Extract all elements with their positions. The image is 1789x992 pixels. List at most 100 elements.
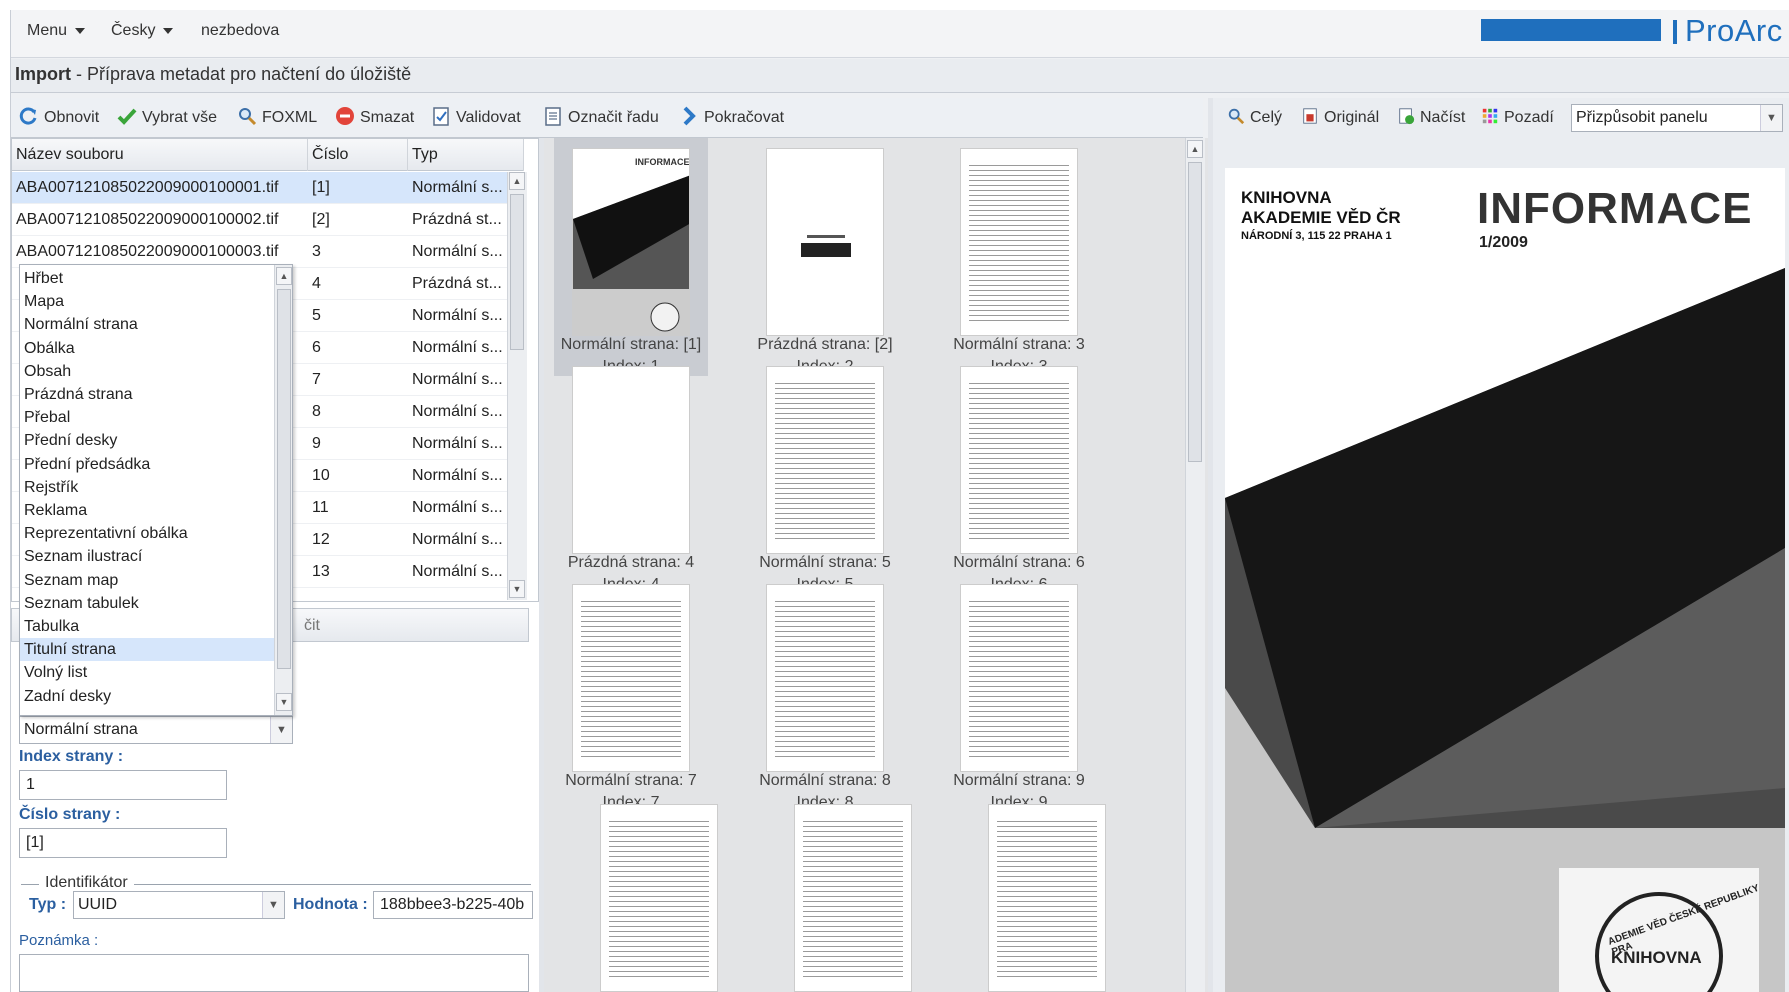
dropdown-option[interactable]: Obsah (20, 360, 276, 383)
thumbnail-page[interactable] (600, 804, 718, 992)
thumbnail-item[interactable]: Normální strana: 5Index: 5 (748, 356, 902, 594)
foxml-button[interactable]: FOXML (237, 98, 317, 138)
table-row[interactable]: ABA007121085022009000100001.tif [1] Normál… (12, 172, 524, 204)
thumbnail-page (766, 366, 884, 554)
chevron-down-icon[interactable]: ▼ (1760, 105, 1782, 131)
thumbnail-page (960, 584, 1078, 772)
thumbnail-item[interactable]: Normální strana: 8 Index: 8 (748, 574, 902, 812)
magnifier-icon (1228, 108, 1245, 125)
cell-type: Normální s... (412, 339, 503, 356)
thumbnail-scrollbar[interactable]: ▲ (1185, 138, 1205, 992)
dropdown-option[interactable]: Zadní desky (20, 685, 276, 708)
continue-button[interactable]: Pokračovat (679, 98, 784, 138)
cell-number: 6 (312, 339, 321, 356)
library-line-1: KNIHOVNA (1241, 188, 1332, 207)
thumbnail-page: INFORMACE (572, 148, 690, 336)
dropdown-option[interactable]: Titulní strana (20, 638, 276, 662)
color-grid-icon (1482, 108, 1498, 124)
scroll-up-button[interactable]: ▲ (276, 267, 292, 285)
refresh-button[interactable]: Obnovit (19, 98, 99, 138)
library-line-2: AKADEMIE VĚD ČR (1241, 208, 1401, 227)
thumbnail-item[interactable]: Normální strana: 9 Index: 9 (942, 574, 1096, 812)
dropdown-option[interactable]: Hřbet (20, 267, 276, 290)
dropdown-option[interactable]: Prázdná strana (20, 383, 276, 406)
delete-button[interactable]: Smazat (335, 98, 414, 138)
document-icon (545, 107, 561, 126)
note-field[interactable] (19, 954, 529, 992)
thumbnail-page (572, 366, 690, 554)
scroll-up-button[interactable]: ▲ (509, 172, 525, 190)
identifier-value-field[interactable]: 188bbee3-b225-40b (373, 891, 533, 919)
dropdown-option[interactable]: Seznam tabulek (20, 592, 276, 615)
dropdown-option[interactable]: Přední desky (20, 429, 276, 452)
thumbnail-item[interactable]: Normální strana: 6Index: 6 (942, 356, 1096, 594)
pdf-icon (1303, 108, 1317, 124)
dropdown-option[interactable]: Normální strana (20, 313, 276, 336)
menu-dropdown[interactable]: Menu (27, 10, 86, 58)
cell-number: [1] (312, 179, 330, 196)
dropdown-option[interactable]: Obálka (20, 337, 276, 360)
dropdown-option[interactable]: Mapa (20, 290, 276, 313)
select-all-button[interactable]: Vybrat vše (117, 98, 217, 138)
language-dropdown[interactable]: Česky (111, 10, 174, 58)
dropdown-option[interactable]: Přední předsádka (20, 453, 276, 476)
thumbnail-page[interactable] (988, 804, 1106, 992)
column-header-number[interactable]: Číslo (308, 139, 408, 171)
dropdown-option[interactable]: Volný list (20, 661, 276, 684)
cell-number: 8 (312, 403, 321, 420)
thumbnail-page (766, 584, 884, 772)
index-label: Index strany : (19, 748, 124, 765)
thumbnail-item[interactable]: Prázdná strana: [2]Index: 2 (748, 138, 902, 376)
dropdown-scrollbar[interactable]: ▲ ▼ (274, 265, 292, 715)
table-row[interactable]: ABA007121085022009000100002.tif [2] Prázdn… (12, 204, 524, 236)
thumbnail-item[interactable]: INFORMACENormální strana: [1]Index: 1 (554, 138, 708, 376)
cell-type: Normální s... (412, 307, 503, 324)
fit-select[interactable]: Přizpůsobit panelu ▼ (1571, 104, 1783, 132)
background-button[interactable]: Pozadí (1481, 98, 1554, 138)
scroll-thumb[interactable] (277, 289, 291, 669)
language-label: Česky (111, 22, 156, 39)
thumbnail-label: Normální strana: 3 (953, 336, 1085, 353)
load-button[interactable]: Načíst (1397, 98, 1465, 138)
proarc-logo: ProArc (1673, 10, 1783, 58)
thumbnail-item[interactable]: Normální strana: 7 Index: 7 (554, 574, 708, 812)
scroll-thumb[interactable] (510, 194, 524, 350)
dropdown-option[interactable]: Přebal (20, 406, 276, 429)
scroll-thumb[interactable] (1188, 162, 1202, 462)
cell-filename: ABA007121085022009000100001.tif (16, 179, 279, 196)
column-header-filename[interactable]: Název souboru (12, 139, 308, 171)
scroll-up-button[interactable]: ▲ (1187, 140, 1203, 158)
dropdown-option[interactable]: Rejstřík (20, 476, 276, 499)
library-address: NÁRODNÍ 3, 115 22 PRAHA 1 (1241, 230, 1392, 242)
scroll-down-button[interactable]: ▼ (276, 693, 292, 711)
thumbnail-page (960, 148, 1078, 336)
thumbnail-label: Prázdná strana: 4 (567, 554, 695, 571)
thumbnail-item[interactable]: Normální strana: 3Index: 3 (942, 138, 1096, 376)
page-load-icon (1399, 108, 1415, 125)
dropdown-option[interactable]: Seznam map (20, 569, 276, 592)
page-title: Import - Příprava metadat pro načtení do… (11, 59, 1789, 93)
thumbnail-label: Normální strana: 9 (953, 772, 1085, 789)
chevron-down-icon[interactable]: ▼ (270, 717, 292, 743)
mark-series-button[interactable]: Označit řadu (543, 98, 659, 138)
dropdown-option[interactable]: Tabulka (20, 615, 276, 638)
dropdown-option[interactable]: Seznam ilustrací (20, 545, 276, 568)
whole-button[interactable]: Celý (1227, 98, 1282, 138)
column-header-type[interactable]: Typ (408, 139, 524, 171)
chevron-down-icon[interactable]: ▼ (262, 892, 284, 918)
validate-button[interactable]: Validovat (431, 98, 521, 138)
dropdown-option[interactable]: Reklama (20, 499, 276, 522)
grid-scrollbar[interactable]: ▲ ▼ (507, 172, 527, 600)
number-field[interactable]: [1] (19, 828, 227, 858)
thumbnail-label: Prázdná strana: [2] (757, 336, 893, 353)
user-name[interactable]: nezbedova (201, 10, 279, 58)
original-button[interactable]: Originál (1301, 98, 1379, 138)
thumbnail-item[interactable]: Prázdná strana: 4Index: 4 (554, 356, 708, 594)
page-type-value: Normální strana (24, 721, 138, 738)
fit-select-value: Přizpůsobit panelu (1576, 109, 1708, 126)
identifier-type-select[interactable]: UUID ▼ (73, 891, 285, 919)
thumbnail-page[interactable] (794, 804, 912, 992)
index-field[interactable]: 1 (19, 770, 227, 800)
page-type-select[interactable]: Normální strana ▼ (19, 716, 293, 744)
dropdown-option[interactable]: Reprezentativní obálka (20, 522, 276, 545)
